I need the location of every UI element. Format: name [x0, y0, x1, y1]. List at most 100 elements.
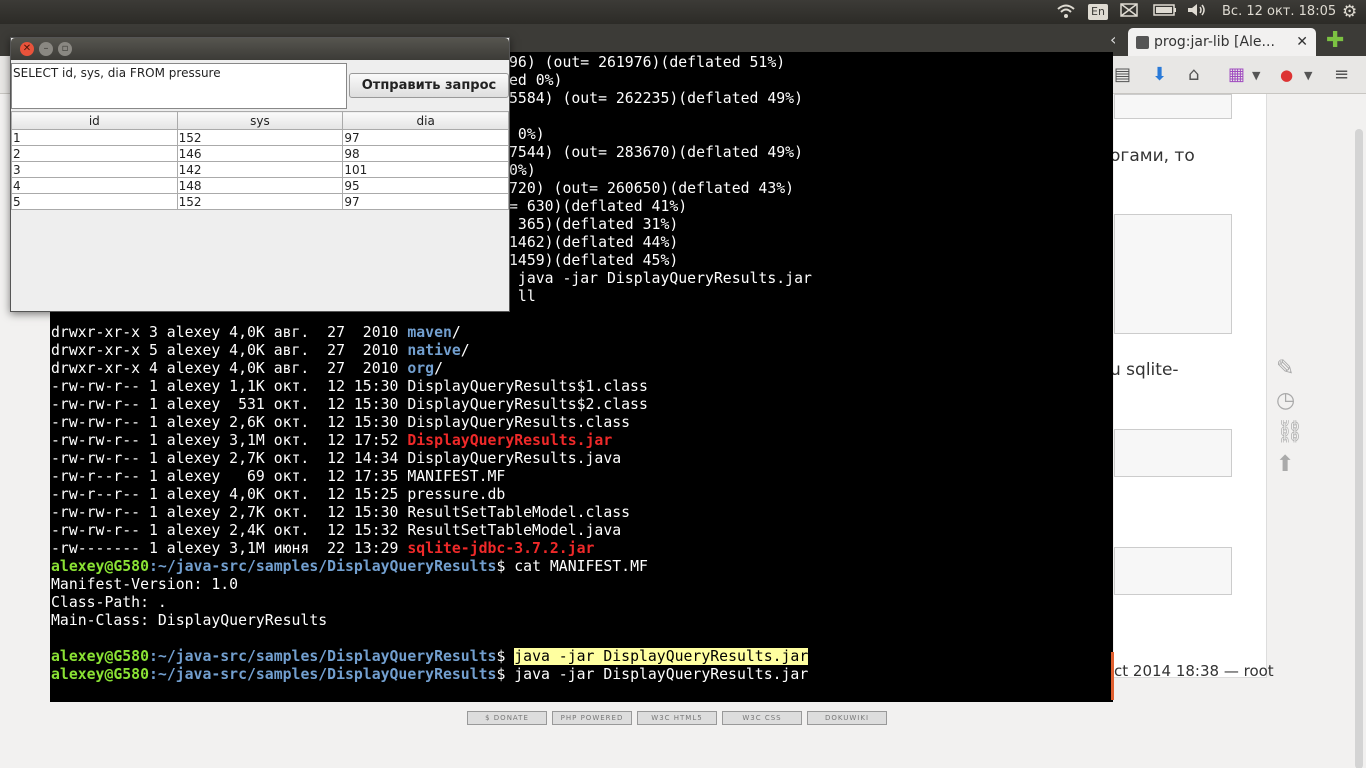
download-arrow-icon[interactable]: ⬇	[1152, 64, 1167, 85]
footer-badge[interactable]: PHP POWERED	[552, 711, 632, 725]
top-panel: En Вс. 12 окт. 18:05 ⚙	[0, 0, 1366, 24]
ls-row: drwxr-xr-x 4 alexey 4,0K авг. 27 2010 or…	[51, 360, 443, 378]
terminal-line: 1459)(deflated 45%)	[509, 252, 679, 269]
ls-meta: -rw-rw-r-- 1 alexey 531 окт. 12 15:30	[51, 396, 408, 413]
terminal-line: 365)(deflated 31%)	[509, 216, 679, 233]
page-text: огами, то	[1110, 146, 1195, 166]
table-cell[interactable]: 98	[342, 145, 509, 162]
tab-scroll-left-icon[interactable]: ‹	[1110, 30, 1116, 49]
table-cell[interactable]: 97	[342, 193, 509, 210]
column-header[interactable]: id	[11, 111, 178, 130]
column-header[interactable]: dia	[342, 111, 509, 130]
chevron-down-icon[interactable]: ▼	[1252, 69, 1260, 82]
new-tab-plus-icon[interactable]: ✚	[1326, 28, 1344, 53]
page-scrollbar[interactable]	[1352, 119, 1366, 768]
results-table[interactable]: id sys dia 1 152 97 2 146 98 3 142 101 4 148 95 5 152 97	[11, 111, 509, 210]
ls-meta: drwxr-xr-x 4 alexey 4,0K авг. 27 2010	[51, 360, 408, 377]
browser-tab[interactable]: prog:jar-lib [Ale... ✕	[1128, 28, 1316, 56]
ls-meta: -rw-rw-r-- 1 alexey 1,1K окт. 12 15:30	[51, 378, 408, 395]
ls-suffix: /	[451, 324, 461, 341]
terminal-line: Class-Path: .	[51, 594, 167, 611]
ls-row: drwxr-xr-x 5 alexey 4,0K авг. 27 2010 na…	[51, 342, 470, 360]
ls-row: -rw-rw-r-- 1 alexey 3,1M окт. 12 17:52 D…	[51, 432, 612, 450]
wifi-icon[interactable]	[1057, 3, 1075, 21]
page-text: u sqlite-	[1110, 360, 1179, 380]
ls-suffix: /	[434, 360, 443, 377]
terminal-line: Manifest-Version: 1.0	[51, 576, 239, 593]
query-textarea[interactable]: SELECT id, sys, dia FROM pressure	[11, 63, 347, 109]
ls-row: -rw-rw-r-- 1 alexey 1,1K окт. 12 15:30 D…	[51, 378, 648, 396]
volume-icon[interactable]	[1187, 3, 1207, 21]
mail-icon[interactable]	[1120, 3, 1138, 21]
ls-row: -rw-rw-r-- 1 alexey 531 окт. 12 15:30 Di…	[51, 396, 648, 414]
table-cell[interactable]: 4	[11, 177, 178, 194]
terminal-line: 1462)(deflated 44%)	[509, 234, 679, 251]
ls-meta: -rw------- 1 alexey 3,1M июня 22 13:29	[51, 540, 408, 557]
terminal-line: 720) (out= 260650)(deflated 43%)	[509, 180, 795, 197]
maximize-icon[interactable]: ▫	[58, 42, 72, 56]
ls-row: -rw------- 1 alexey 3,1M июня 22 13:29 s…	[51, 540, 594, 558]
last-modified-text: ct 2014 18:38 — root	[1114, 662, 1274, 680]
reader-list-icon[interactable]: ▤	[1114, 64, 1131, 85]
table-cell[interactable]: 101	[342, 161, 509, 178]
window-titlebar[interactable]: ✕ – ▫	[11, 38, 509, 60]
minimize-icon[interactable]: –	[39, 42, 53, 56]
table-cell[interactable]: 1	[11, 129, 178, 146]
home-icon[interactable]: ⌂	[1188, 64, 1199, 85]
table-cell[interactable]: 3	[11, 161, 178, 178]
table-cell[interactable]: 5	[11, 193, 178, 210]
table-cell[interactable]: 152	[176, 129, 344, 146]
chevron-down-icon[interactable]: ▼	[1304, 69, 1312, 82]
link-icon[interactable]: ⛓	[1276, 420, 1304, 445]
adblock-icon[interactable]: ●	[1280, 66, 1293, 84]
ls-meta: -rw-r--r-- 1 alexey 4,0K окт. 12 15:25	[51, 486, 408, 503]
tab-close-icon[interactable]: ✕	[1296, 28, 1308, 56]
table-header-row: id sys dia	[11, 111, 509, 130]
code-block	[1114, 214, 1232, 334]
battery-icon[interactable]	[1153, 3, 1177, 21]
table-cell[interactable]: 142	[176, 161, 344, 178]
table-row[interactable]: 2 146 98	[11, 145, 509, 162]
footer-badge[interactable]: W3C HTML5	[637, 711, 717, 725]
footer-badge[interactable]: DOKUWIKI	[807, 711, 887, 725]
tab-title: prog:jar-lib [Ale...	[1154, 34, 1275, 50]
settings-gear-icon[interactable]: ⚙	[1342, 3, 1357, 21]
clock[interactable]: Вс. 12 окт. 18:05	[1222, 3, 1336, 21]
scroll-thumb[interactable]	[1355, 129, 1363, 768]
terminal-line: 7544) (out= 283670)(deflated 49%)	[509, 144, 803, 161]
table-cell[interactable]: 146	[176, 145, 344, 162]
table-cell[interactable]: 2	[11, 145, 178, 162]
footer-badge[interactable]: $ DONATE	[467, 711, 547, 725]
menu-hamburger-icon[interactable]: ≡	[1334, 64, 1349, 85]
prompt-line: alexey@G580:~/java-src/samples/DisplayQu…	[51, 648, 809, 666]
table-cell[interactable]: 97	[342, 129, 509, 146]
table-cell[interactable]: 148	[176, 177, 344, 194]
table-row[interactable]: 1 152 97	[11, 129, 509, 146]
close-icon[interactable]: ✕	[20, 42, 34, 56]
prompt-line: alexey@G580:~/java-src/samples/DisplayQu…	[51, 666, 808, 684]
ls-filename: native	[407, 342, 461, 359]
edit-pencil-icon[interactable]: ✎	[1276, 356, 1294, 381]
back-to-top-icon[interactable]: ⬆	[1276, 452, 1294, 477]
table-row[interactable]: 4 148 95	[11, 177, 509, 194]
table-row[interactable]: 5 152 97	[11, 193, 509, 210]
selected-command[interactable]: java -jar DisplayQueryResults.jar	[514, 648, 809, 665]
ls-meta: -rw-rw-r-- 1 alexey 3,1M окт. 12 17:52	[51, 432, 408, 449]
ls-filename: ResultSetTableModel.java	[407, 522, 622, 539]
send-query-button[interactable]: Отправить запрос	[349, 73, 509, 98]
table-row[interactable]: 3 142 101	[11, 161, 509, 178]
ls-row: -rw-rw-r-- 1 alexey 2,7K окт. 12 14:34 D…	[51, 450, 621, 468]
apps-grid-icon[interactable]: ▦	[1228, 64, 1245, 85]
table-cell[interactable]: 95	[342, 177, 509, 194]
column-header[interactable]: sys	[176, 111, 344, 130]
ls-row: -rw-r--r-- 1 alexey 4,0K окт. 12 15:25 p…	[51, 486, 505, 504]
prompt-path: :~/java-src/samples/DisplayQueryResults	[149, 666, 497, 683]
terminal-line: ed 0%)	[509, 72, 563, 89]
keyboard-layout-indicator[interactable]: En	[1088, 4, 1108, 20]
footer-badge[interactable]: W3C CSS	[722, 711, 802, 725]
history-clock-icon[interactable]: ◷	[1276, 388, 1295, 413]
java-app-window: ✕ – ▫ SELECT id, sys, dia FROM pressure …	[10, 37, 510, 312]
ls-meta: drwxr-xr-x 3 alexey 4,0K авг. 27 2010	[51, 324, 408, 341]
terminal-line: 5584) (out= 262235)(deflated 49%)	[509, 90, 803, 107]
table-cell[interactable]: 152	[176, 193, 344, 210]
